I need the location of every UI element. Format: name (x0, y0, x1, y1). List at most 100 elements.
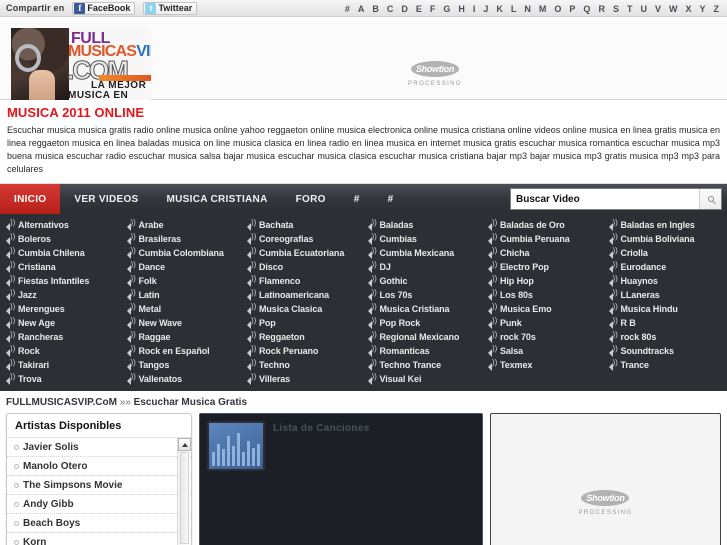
scrollbar-thumb[interactable] (179, 452, 189, 544)
genre-link-cumbia-colombiana[interactable]: Cumbia Colombiana (123, 246, 244, 260)
genre-link-hip-hop[interactable]: Hip Hop (484, 274, 605, 288)
genre-link-bachata[interactable]: Bachata (243, 218, 364, 232)
genre-link-latinoamericana[interactable]: Latinoamericana (243, 288, 364, 302)
genre-link-r-b[interactable]: R B (605, 316, 726, 330)
genre-link-dance[interactable]: Dance (123, 260, 244, 274)
artist-list-item[interactable]: Andy Gibb (7, 495, 191, 514)
genre-link-cristiana[interactable]: Cristiana (2, 260, 123, 274)
genre-link-cumbia-mexicana[interactable]: Cumbia Mexicana (364, 246, 485, 260)
alphabet-link-g[interactable]: G (439, 4, 454, 14)
alphabet-link-d[interactable]: D (397, 4, 412, 14)
genre-link-new-age[interactable]: New Age (2, 316, 123, 330)
genre-link-flamenco[interactable]: Flamenco (243, 274, 364, 288)
genre-link-cumbia-boliviana[interactable]: Cumbia Boliviana (605, 232, 726, 246)
alphabet-link-o[interactable]: O (550, 4, 565, 14)
alphabet-link-j[interactable]: J (479, 4, 492, 14)
genre-link-cumbia-peruana[interactable]: Cumbia Peruana (484, 232, 605, 246)
genre-link-vallenatos[interactable]: Vallenatos (123, 372, 244, 386)
genre-link-dj[interactable]: DJ (364, 260, 485, 274)
alphabet-link-t[interactable]: T (623, 4, 637, 14)
alphabet-link-x[interactable]: X (681, 4, 695, 14)
alphabet-link-e[interactable]: E (412, 4, 426, 14)
alphabet-link-s[interactable]: S (609, 4, 623, 14)
alphabet-link-c[interactable]: C (383, 4, 398, 14)
genre-link-regional-mexicano[interactable]: Regional Mexicano (364, 330, 485, 344)
alphabet-link-z[interactable]: Z (710, 4, 724, 14)
nav-item-[interactable]: # (340, 184, 374, 214)
alphabet-link-k[interactable]: K (492, 4, 507, 14)
artists-scrollbar[interactable] (177, 438, 191, 545)
genre-link-techno[interactable]: Techno (243, 358, 364, 372)
genre-link-villeras[interactable]: Villeras (243, 372, 364, 386)
genre-link-punk[interactable]: Punk (484, 316, 605, 330)
alphabet-link-a[interactable]: A (354, 4, 369, 14)
genre-link-tangos[interactable]: Tangos (123, 358, 244, 372)
alphabet-link-p[interactable]: P (565, 4, 579, 14)
nav-item-[interactable]: # (374, 184, 408, 214)
alphabet-link-y[interactable]: Y (695, 4, 709, 14)
nav-item-foro[interactable]: FORO (282, 184, 340, 214)
nav-item-inicio[interactable]: INICIO (0, 184, 61, 214)
artist-list-item[interactable]: Korn (7, 533, 191, 545)
genre-link-takirari[interactable]: Takirari (2, 358, 123, 372)
genre-link-coreografias[interactable]: Coreografias (243, 232, 364, 246)
genre-link-raggae[interactable]: Raggae (123, 330, 244, 344)
artist-list-item[interactable]: Javier Solis (7, 438, 191, 457)
genre-link-visual-kei[interactable]: Visual Kei (364, 372, 485, 386)
genre-link-rock-en-espa-ol[interactable]: Rock en Español (123, 344, 244, 358)
twitter-share-button[interactable]: t Twittear (143, 1, 198, 15)
genre-link-musica-clasica[interactable]: Musica Clasica (243, 302, 364, 316)
genre-link-pop-rock[interactable]: Pop Rock (364, 316, 485, 330)
genre-link-boleros[interactable]: Boleros (2, 232, 123, 246)
genre-link-brasileras[interactable]: Brasileras (123, 232, 244, 246)
genre-link-criolla[interactable]: Criolla (605, 246, 726, 260)
alphabet-link-r[interactable]: R (594, 4, 609, 14)
genre-link-los-70s[interactable]: Los 70s (364, 288, 485, 302)
genre-link-llaneras[interactable]: LLaneras (605, 288, 726, 302)
alphabet-link-f[interactable]: F (426, 4, 440, 14)
genre-link-latin[interactable]: Latin (123, 288, 244, 302)
genre-link-reggaeton[interactable]: Reggaeton (243, 330, 364, 344)
genre-link-cumbia-chilena[interactable]: Cumbia Chilena (2, 246, 123, 260)
breadcrumb-home-link[interactable]: FULLMUSICASVIP.CoM (6, 397, 117, 408)
genre-link-baladas-en-ingles[interactable]: Baladas en Ingles (605, 218, 726, 232)
genre-link-cumbia-ecuatoriana[interactable]: Cumbia Ecuatoriana (243, 246, 364, 260)
genre-link-chicha[interactable]: Chicha (484, 246, 605, 260)
genre-link-trova[interactable]: Trova (2, 372, 123, 386)
alphabet-link-i[interactable]: I (469, 4, 480, 14)
artist-list-item[interactable]: The Simpsons Movie (7, 476, 191, 495)
alphabet-link-u[interactable]: U (636, 4, 651, 14)
genre-link-folk[interactable]: Folk (123, 274, 244, 288)
genre-link-eurodance[interactable]: Eurodance (605, 260, 726, 274)
alphabet-link-h[interactable]: H (454, 4, 469, 14)
alphabet-link-hash[interactable]: # (341, 4, 354, 14)
nav-item-musica-cristiana[interactable]: MUSICA CRISTIANA (153, 184, 282, 214)
alphabet-link-v[interactable]: V (651, 4, 665, 14)
nav-item-ver-videos[interactable]: VER VIDEOS (60, 184, 152, 214)
search-button[interactable] (699, 189, 721, 209)
genre-link-fiestas-infantiles[interactable]: Fiestas Infantiles (2, 274, 123, 288)
site-logo[interactable]: FULL MUSICASVIP .COM LA MEJOR MUSICA EN … (11, 28, 151, 100)
artist-list-item[interactable]: Manolo Otero (7, 457, 191, 476)
genre-link-jazz[interactable]: Jazz (2, 288, 123, 302)
genre-link-rock-peruano[interactable]: Rock Peruano (243, 344, 364, 358)
genre-link-musica-cristiana[interactable]: Musica Cristiana (364, 302, 485, 316)
genre-link-los-80s[interactable]: Los 80s (484, 288, 605, 302)
genre-link-baladas[interactable]: Baladas (364, 218, 485, 232)
genre-link-electro-pop[interactable]: Electro Pop (484, 260, 605, 274)
genre-link-new-wave[interactable]: New Wave (123, 316, 244, 330)
alphabet-link-q[interactable]: Q (579, 4, 594, 14)
genre-link-musica-hindu[interactable]: Musica Hindu (605, 302, 726, 316)
search-input[interactable] (511, 189, 699, 209)
music-player[interactable]: Lista de Canciones (199, 413, 483, 545)
genre-link-huaynos[interactable]: Huaynos (605, 274, 726, 288)
genre-link-soundtracks[interactable]: Soundtracks (605, 344, 726, 358)
facebook-share-button[interactable]: f FaceBook (72, 1, 136, 15)
genre-link-romanticas[interactable]: Romanticas (364, 344, 485, 358)
genre-link-rancheras[interactable]: Rancheras (2, 330, 123, 344)
alphabet-link-m[interactable]: M (535, 4, 551, 14)
genre-link-musica-emo[interactable]: Musica Emo (484, 302, 605, 316)
genre-link-cumbias[interactable]: Cumbias (364, 232, 485, 246)
genre-link-disco[interactable]: Disco (243, 260, 364, 274)
genre-link-arabe[interactable]: Arabe (123, 218, 244, 232)
